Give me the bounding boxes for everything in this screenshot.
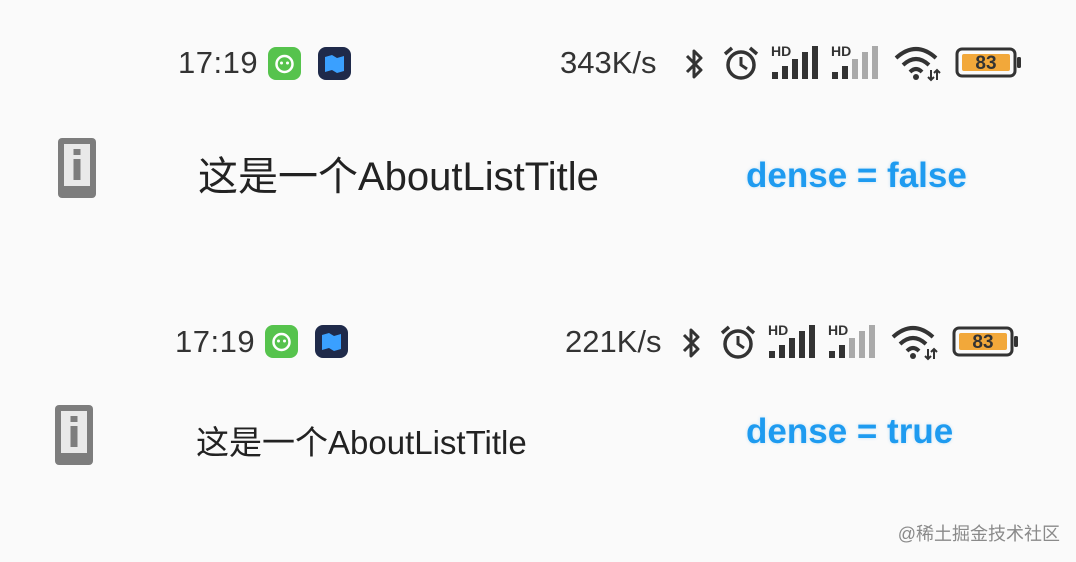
status-bar: 17:19 221K/s HD HD 83 bbox=[0, 322, 1076, 362]
dense-label: dense = true bbox=[746, 412, 954, 451]
info-icon bbox=[57, 137, 97, 204]
hd-label: HD bbox=[768, 322, 788, 338]
panel-dense-false: 17:19 343K/s HD HD 83 这是一个AboutListTitle… bbox=[0, 0, 1076, 280]
hd-label: HD bbox=[828, 322, 848, 338]
signal-icon-sim2: HD bbox=[827, 321, 879, 366]
hd-label: HD bbox=[771, 43, 791, 59]
status-time: 17:19 bbox=[175, 324, 256, 359]
bluetooth-icon bbox=[681, 46, 707, 87]
wifi-icon bbox=[890, 323, 940, 366]
network-speed: 343K/s bbox=[560, 45, 657, 80]
battery-level: 83 bbox=[972, 332, 993, 353]
watermark: @稀土掘金技术社区 bbox=[897, 524, 1060, 544]
status-time: 17:19 bbox=[178, 45, 259, 80]
bluetooth-icon bbox=[678, 325, 704, 366]
app-notification-icon bbox=[265, 325, 298, 358]
app-notification-icon bbox=[268, 47, 301, 80]
map-app-icon bbox=[315, 325, 348, 358]
map-app-icon bbox=[318, 47, 351, 80]
list-tile-title: 这是一个AboutListTitle bbox=[196, 424, 527, 461]
wifi-icon bbox=[893, 44, 943, 87]
alarm-icon bbox=[721, 44, 761, 87]
list-tile-title: 这是一个AboutListTitle bbox=[198, 155, 599, 199]
signal-icon-sim2: HD bbox=[830, 42, 882, 87]
battery-icon: 83 bbox=[955, 46, 1025, 85]
alarm-icon bbox=[718, 323, 758, 366]
info-icon bbox=[54, 404, 94, 471]
hd-label: HD bbox=[831, 43, 851, 59]
battery-level: 83 bbox=[975, 53, 996, 74]
signal-icon-sim1: HD bbox=[770, 42, 822, 87]
dense-label: dense = false bbox=[746, 156, 967, 195]
network-speed: 221K/s bbox=[565, 324, 662, 359]
battery-icon: 83 bbox=[952, 325, 1022, 364]
status-bar: 17:19 343K/s HD HD 83 bbox=[0, 42, 1076, 87]
signal-icon-sim1: HD bbox=[767, 321, 819, 366]
